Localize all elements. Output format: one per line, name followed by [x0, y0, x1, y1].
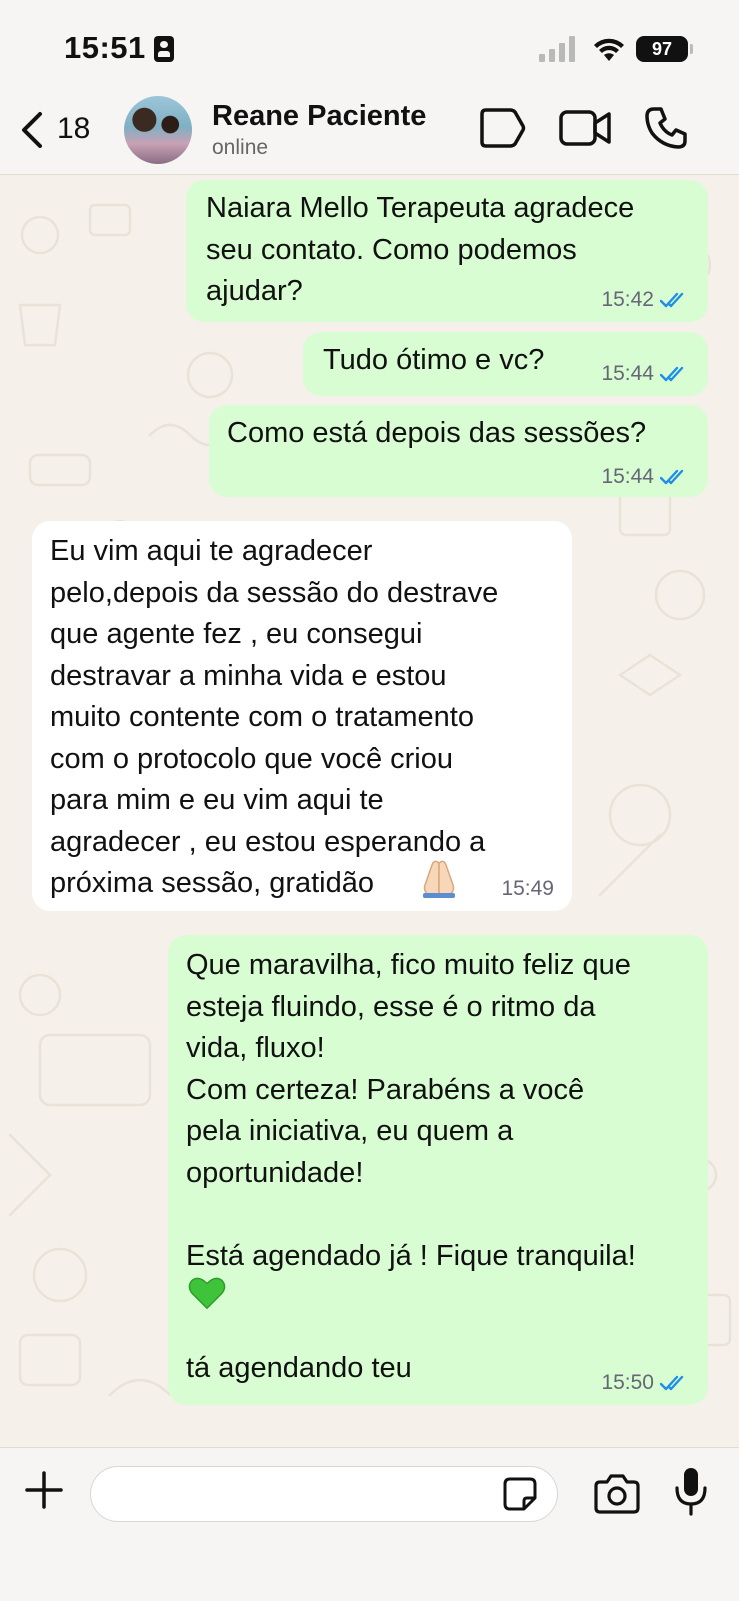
read-receipt-icon [660, 1375, 684, 1391]
message-input[interactable] [90, 1466, 558, 1522]
praying-hands-emoji-icon [423, 860, 455, 898]
message-time: 15:44 [601, 362, 654, 385]
message-text: Eu vim aqui te agradecer pelo,depois da … [50, 535, 499, 899]
status-bar: 15:51 97 [0, 0, 739, 96]
camera-icon[interactable] [594, 1472, 640, 1514]
message-text: Como está depois das sessões? [227, 417, 647, 449]
message-bubble-outgoing[interactable]: Como está depois das sessões? 15:44 [209, 405, 708, 497]
status-time: 15:51 [64, 30, 146, 65]
message-time: 15:42 [601, 288, 654, 311]
microphone-icon[interactable] [674, 1466, 708, 1518]
message-meta: 15:44 [601, 362, 690, 386]
unread-count[interactable]: 18 [57, 112, 90, 146]
message-time: 15:50 [601, 1371, 654, 1394]
contact-avatar[interactable] [124, 96, 192, 164]
message-meta: 15:44 [601, 465, 690, 489]
message-bubble-outgoing[interactable]: Que maravilha, fico muito feliz que este… [168, 935, 708, 1405]
message-bubble-outgoing[interactable]: Tudo ótimo e vc? 15:44 [303, 332, 708, 396]
message-time: 15:49 [501, 877, 554, 900]
message-bubble-outgoing[interactable]: Naiara Mello Terapeuta agradece seu cont… [186, 180, 708, 322]
plus-icon[interactable] [24, 1470, 64, 1510]
battery-indicator: 97 [636, 36, 693, 62]
message-meta: 15:50 [601, 1371, 690, 1395]
message-input-bar [0, 1447, 739, 1601]
message-time: 15:44 [601, 465, 654, 488]
message-meta: 15:49 [501, 877, 554, 901]
label-tag-icon[interactable] [476, 106, 526, 150]
green-heart-emoji-icon [188, 1277, 226, 1310]
message-text: Que maravilha, fico muito feliz que este… [186, 949, 636, 1272]
read-receipt-icon [660, 366, 684, 382]
video-call-icon[interactable] [558, 106, 612, 150]
contact-status: online [212, 136, 269, 159]
voice-call-icon[interactable] [644, 106, 688, 150]
message-bubble-incoming[interactable]: Eu vim aqui te agradecer pelo,depois da … [32, 521, 572, 911]
cellular-signal-icon [539, 36, 579, 62]
read-receipt-icon [660, 292, 684, 308]
message-text: Naiara Mello Terapeuta agradece seu cont… [206, 192, 635, 307]
contact-name[interactable]: Reane Paciente [212, 100, 426, 133]
message-text-continued: tá agendando teu [186, 1352, 412, 1384]
wifi-icon [594, 38, 624, 61]
back-chevron-icon[interactable] [18, 110, 48, 150]
read-receipt-icon [660, 469, 684, 485]
sticker-icon[interactable] [502, 1476, 538, 1512]
chat-header: 18 Reane Paciente online [0, 96, 739, 175]
message-meta: 15:42 [601, 288, 690, 312]
chat-area[interactable]: Naiara Mello Terapeuta agradece seu cont… [0, 175, 739, 1446]
contact-card-icon [154, 36, 174, 62]
message-text: Tudo ótimo e vc? [323, 344, 545, 376]
